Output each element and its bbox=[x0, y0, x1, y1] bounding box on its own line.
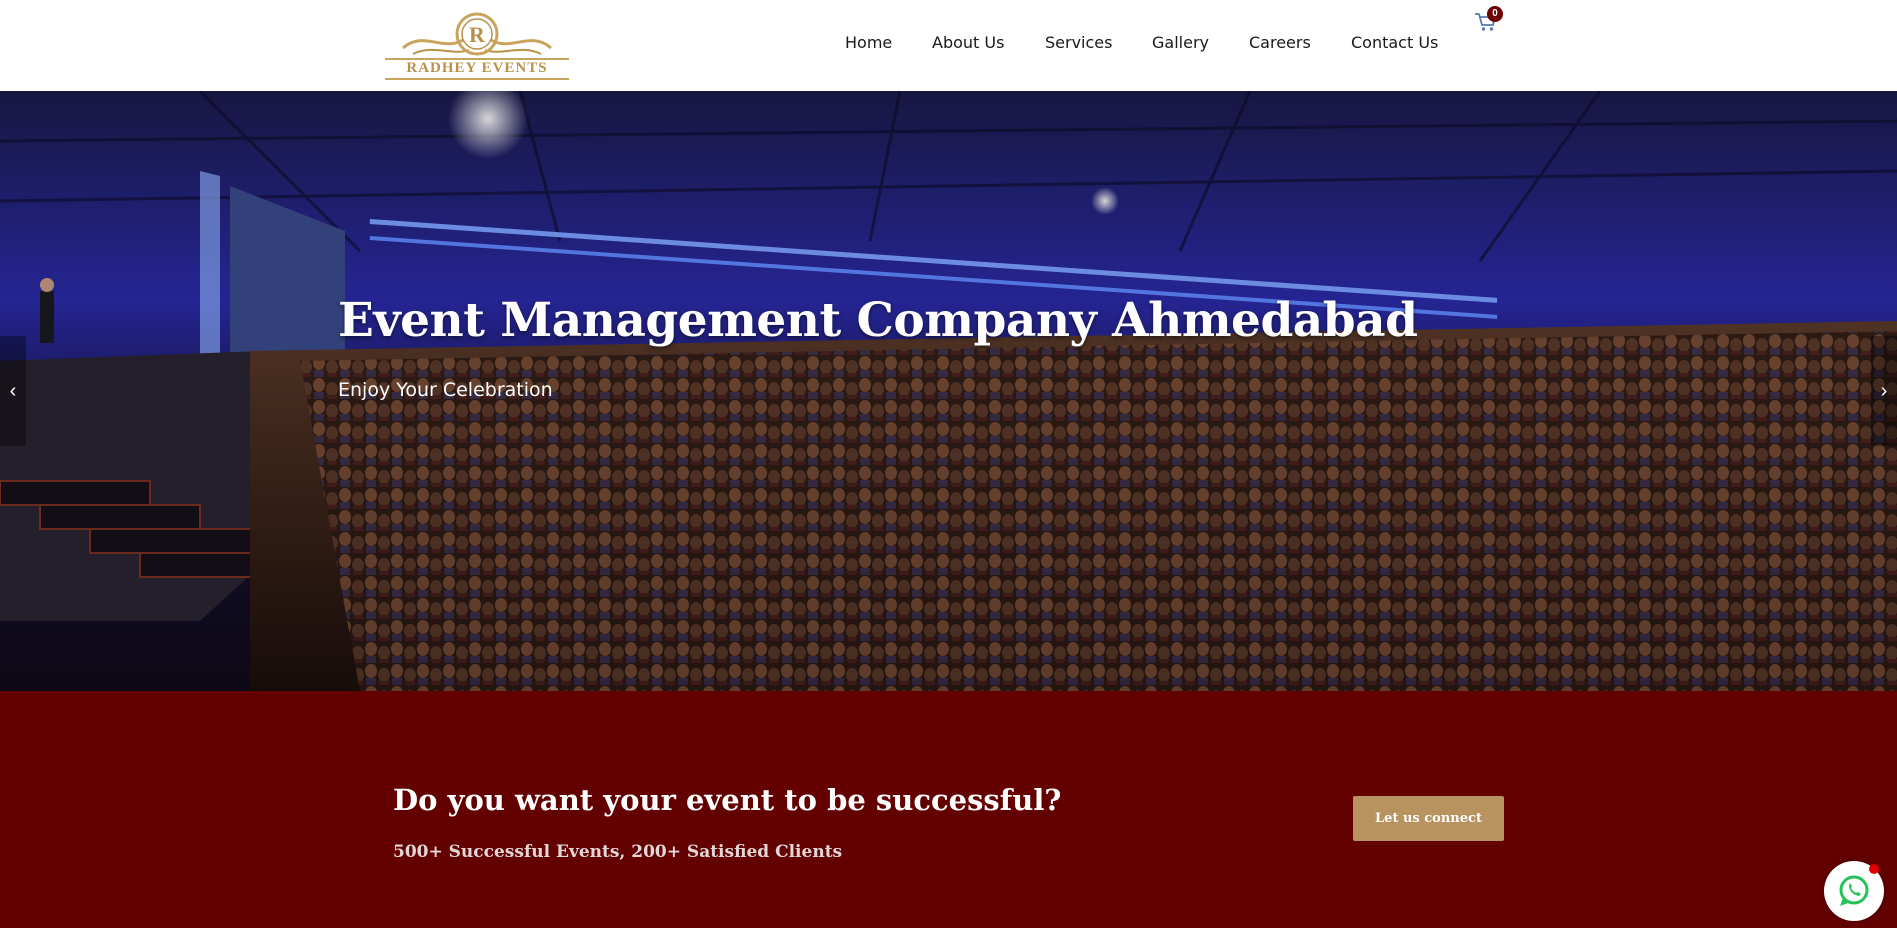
hero-title: Event Management Company Ahmedabad bbox=[338, 293, 1418, 348]
hero-background-image bbox=[0, 91, 1897, 691]
notification-dot bbox=[1869, 864, 1879, 874]
nav-services[interactable]: Services bbox=[1045, 33, 1112, 52]
hero-subtitle: Enjoy Your Celebration bbox=[338, 379, 553, 401]
nav-gallery[interactable]: Gallery bbox=[1152, 33, 1209, 52]
nav-home[interactable]: Home bbox=[845, 33, 892, 52]
logo[interactable]: R RADHEY EVENTS bbox=[383, 10, 571, 82]
chevron-right-icon: › bbox=[1880, 379, 1888, 402]
svg-text:R: R bbox=[469, 22, 486, 47]
nav-contact-us[interactable]: Contact Us bbox=[1351, 33, 1438, 52]
logo-rule-bottom bbox=[385, 78, 569, 80]
site-header: R RADHEY EVENTS Home About Us Services G… bbox=[0, 0, 1897, 91]
let-us-connect-button[interactable]: Let us connect bbox=[1353, 796, 1504, 841]
slider-prev-button[interactable]: ‹ bbox=[0, 336, 26, 446]
chevron-left-icon: ‹ bbox=[9, 379, 17, 402]
cta-section: Do you want your event to be successful?… bbox=[0, 691, 1897, 928]
hero-slider: Event Management Company Ahmedabad Enjoy… bbox=[0, 91, 1897, 691]
nav-careers[interactable]: Careers bbox=[1249, 33, 1311, 52]
cta-title: Do you want your event to be successful? bbox=[393, 783, 1062, 817]
logo-emblem-icon: R bbox=[401, 12, 553, 56]
logo-text: RADHEY EVENTS bbox=[406, 60, 548, 76]
nav-about-us[interactable]: About Us bbox=[932, 33, 1004, 52]
slider-next-button[interactable]: › bbox=[1871, 336, 1897, 446]
cart-count-badge: 0 bbox=[1487, 6, 1503, 22]
cta-subtitle: 500+ Successful Events, 200+ Satisfied C… bbox=[393, 842, 843, 862]
